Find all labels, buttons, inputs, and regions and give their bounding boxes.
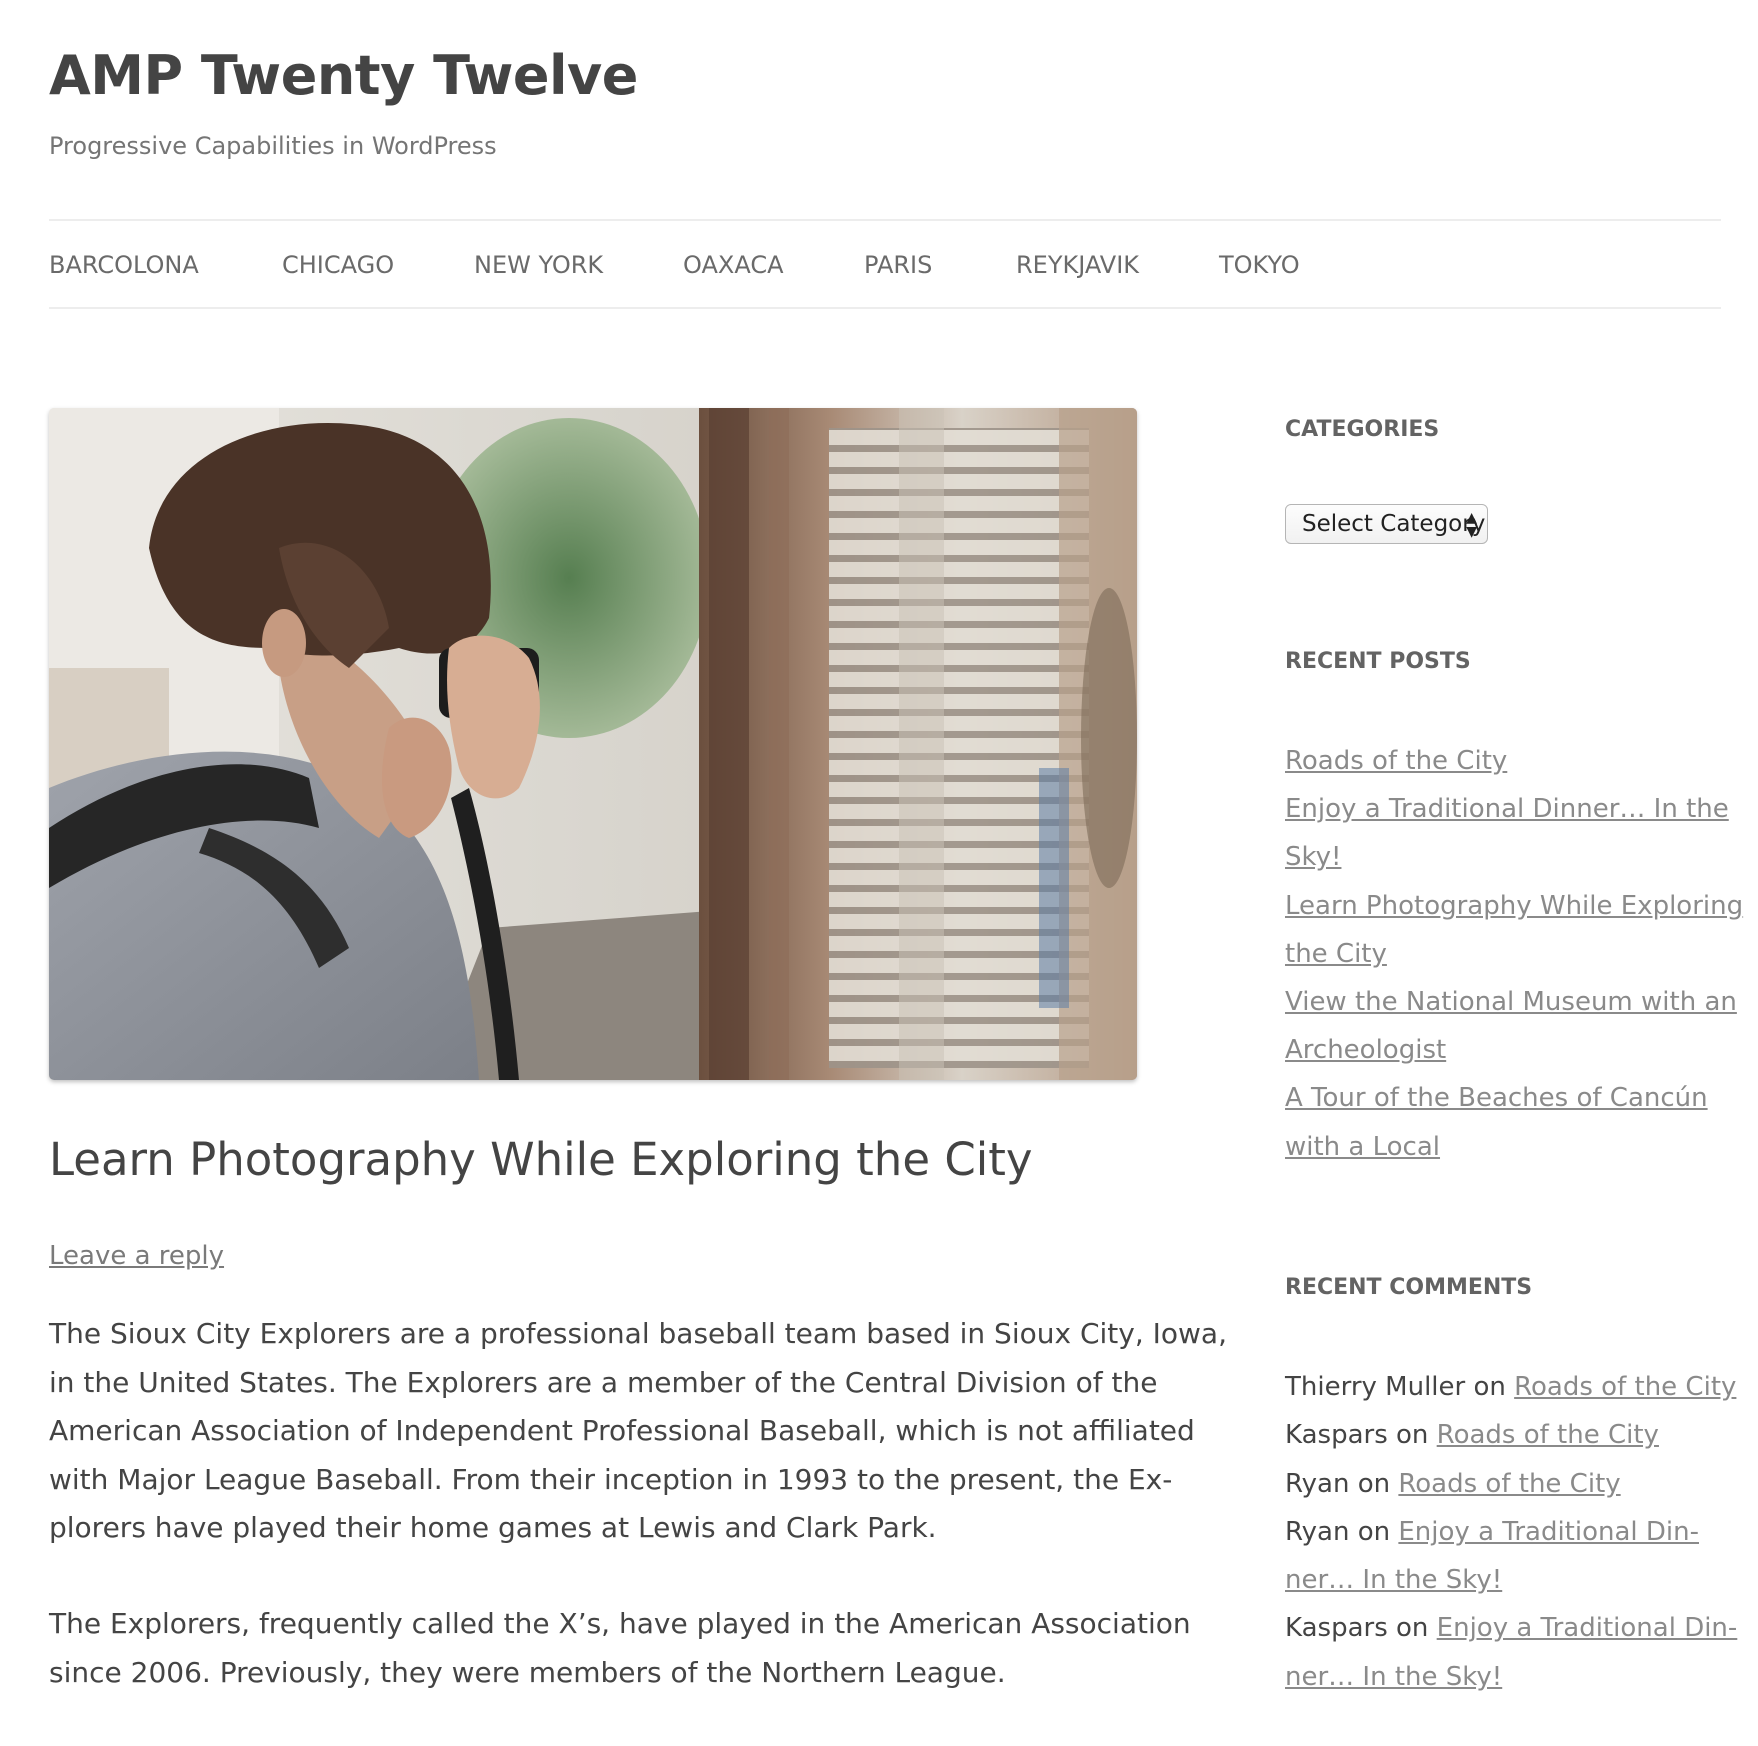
recent-comment: Ryan on Roads of the City bbox=[1285, 1460, 1745, 1508]
recent-comment: Ryan on Enjoy a Traditional Din- ner… In… bbox=[1285, 1508, 1745, 1605]
comment-line: Kaspars on Roads of the City bbox=[1285, 1411, 1745, 1459]
site-description: Progressive Capabilities in WordPress bbox=[49, 132, 497, 160]
recent-posts-list: Roads of the City Enjoy a Traditional Di… bbox=[1285, 737, 1744, 1171]
nav-item-barcolona[interactable]: BARCOLONA bbox=[49, 249, 199, 281]
recent-post-line: View the National Museum with an bbox=[1285, 987, 1737, 1018]
main-nav: BARCOLONA CHICAGO NEW YORK OAXACA PARIS … bbox=[49, 219, 1721, 309]
comment-line: Ryan on Enjoy a Traditional Din- bbox=[1285, 1508, 1745, 1556]
nav-item-reykjavik[interactable]: REYKJAVIK bbox=[1016, 249, 1139, 281]
comment-on: on bbox=[1396, 1420, 1429, 1451]
comment-line: Kaspars on Enjoy a Traditional Din- bbox=[1285, 1604, 1745, 1652]
comment-author: Ryan bbox=[1285, 1468, 1350, 1499]
comment-on: on bbox=[1357, 1516, 1391, 1547]
comment-post-link-continued[interactable]: ner… In the Sky! bbox=[1285, 1565, 1502, 1595]
recent-post-link[interactable]: A Tour of the Beaches of Cancún with a L… bbox=[1285, 1074, 1725, 1170]
post-paragraph-2: The Explorers, frequently called the X’s… bbox=[49, 1600, 1191, 1697]
comment-post-link[interactable]: Roads of the City bbox=[1514, 1372, 1736, 1402]
leave-reply-link[interactable]: Leave a reply bbox=[49, 1238, 224, 1274]
recent-post-line: Sky! bbox=[1285, 842, 1342, 873]
comment-post-link[interactable]: Enjoy a Traditional Din- bbox=[1437, 1613, 1738, 1643]
recent-comments-list: Thierry Muller on Roads of the City Kasp… bbox=[1285, 1363, 1745, 1701]
recent-post-link[interactable]: Roads of the City bbox=[1285, 737, 1725, 785]
page: AMP Twenty Twelve Progressive Capabiliti… bbox=[0, 0, 1758, 1746]
comment-author: Kaspars bbox=[1285, 1613, 1388, 1644]
comment-on: on bbox=[1396, 1613, 1429, 1644]
recent-post-link[interactable]: Learn Photography While Exploring the Ci… bbox=[1285, 882, 1744, 978]
recent-posts-widget-title: RECENT POSTS bbox=[1285, 649, 1471, 674]
comment-post-link-continued[interactable]: ner… In the Sky! bbox=[1285, 1662, 1502, 1692]
nav-item-chicago[interactable]: CHICAGO bbox=[282, 249, 394, 281]
recent-post-line: Enjoy a Traditional Dinner… In the bbox=[1285, 794, 1729, 825]
comment-line: ner… In the Sky! bbox=[1285, 1556, 1745, 1604]
recent-post-line: Roads of the City bbox=[1285, 746, 1508, 776]
comment-post-link[interactable]: Enjoy a Traditional Din- bbox=[1398, 1517, 1699, 1547]
nav-item-tokyo[interactable]: TOKYO bbox=[1219, 249, 1300, 281]
recent-comment: Kaspars on Enjoy a Traditional Din- ner…… bbox=[1285, 1604, 1745, 1701]
comment-post-link[interactable]: Roads of the City bbox=[1437, 1420, 1659, 1450]
recent-post-link[interactable]: Enjoy a Traditional Dinner… In the Sky! bbox=[1285, 785, 1729, 881]
recent-post-line: A Tour of the Beaches of Cancún bbox=[1285, 1083, 1708, 1114]
recent-post-line: with a Local bbox=[1285, 1131, 1441, 1162]
category-select[interactable]: Select Category ▲ ▼ bbox=[1285, 504, 1488, 544]
nav-item-oaxaca[interactable]: OAXACA bbox=[683, 249, 784, 281]
recent-post-line: the City bbox=[1285, 938, 1387, 969]
paragraph-line: plorers have played their home games at … bbox=[49, 1511, 937, 1544]
nav-item-paris[interactable]: PARIS bbox=[864, 249, 932, 281]
nav-item-new-york[interactable]: NEW YORK bbox=[474, 249, 603, 281]
paragraph-line: with Major League Baseball. From their i… bbox=[49, 1462, 1173, 1496]
post-paragraph-1: The Sioux City Explorers are a professio… bbox=[49, 1310, 1227, 1553]
recent-post-link[interactable]: View the National Museum with an Archeol… bbox=[1285, 978, 1737, 1074]
recent-post-line: Learn Photography While Exploring bbox=[1285, 890, 1744, 921]
categories-widget-title: CATEGORIES bbox=[1285, 417, 1440, 442]
comment-line: Thierry Muller on Roads of the City bbox=[1285, 1363, 1745, 1411]
paragraph-line: since 2006. Previously, they were member… bbox=[49, 1655, 1006, 1689]
comment-author: Thierry Muller bbox=[1285, 1372, 1466, 1402]
post-title[interactable]: Learn Photography While Exploring the Ci… bbox=[49, 1130, 1139, 1190]
recent-comment: Kaspars on Roads of the City bbox=[1285, 1411, 1745, 1459]
paragraph-line: in the United States. The Explorers are … bbox=[49, 1365, 1158, 1399]
comment-author: Ryan bbox=[1285, 1516, 1350, 1547]
comment-line: ner… In the Sky! bbox=[1285, 1653, 1745, 1701]
comment-on: on bbox=[1357, 1468, 1391, 1499]
comment-post-link[interactable]: Roads of the City bbox=[1398, 1469, 1620, 1499]
comment-author: Kaspars bbox=[1285, 1420, 1388, 1451]
paragraph-line: American Association of Independent Prof… bbox=[49, 1414, 1195, 1447]
select-arrows-icon: ▲ ▼ bbox=[1466, 510, 1477, 540]
comment-on: on bbox=[1473, 1372, 1506, 1402]
recent-comments-widget-title: RECENT COMMENTS bbox=[1285, 1275, 1533, 1300]
recent-comment: Thierry Muller on Roads of the City bbox=[1285, 1363, 1745, 1411]
site-title[interactable]: AMP Twenty Twelve bbox=[49, 40, 638, 112]
comment-line: Ryan on Roads of the City bbox=[1285, 1460, 1745, 1508]
category-select-value: Select Category bbox=[1302, 511, 1486, 537]
featured-image[interactable] bbox=[49, 408, 1137, 1080]
paragraph-line: The Sioux City Explorers are a professio… bbox=[49, 1317, 1227, 1350]
recent-post-line: Archeologist bbox=[1285, 1035, 1447, 1066]
paragraph-line: The Explorers, frequently called the X’s… bbox=[49, 1607, 1191, 1640]
